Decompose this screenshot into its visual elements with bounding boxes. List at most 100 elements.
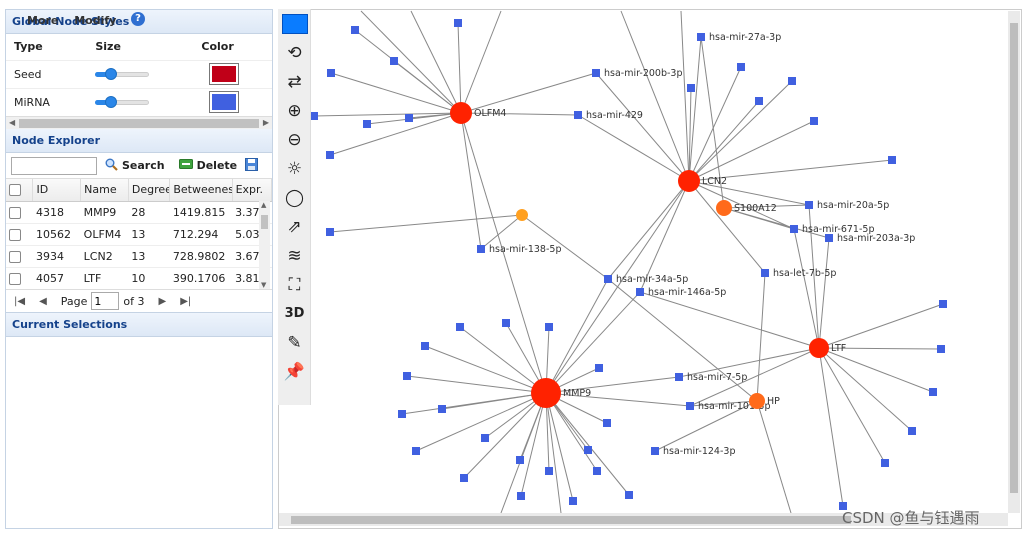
- mirna-node[interactable]: [651, 447, 659, 455]
- color-swatch-tool[interactable]: [278, 9, 311, 38]
- mirna-node[interactable]: [351, 26, 359, 34]
- menu-more[interactable]: More: [27, 14, 58, 27]
- network-graph[interactable]: hsa-mir-27a-3p hsa-mir-200b-3p hsa-mir-429…: [279, 10, 1023, 530]
- graph-vertical-scrollbar[interactable]: [1008, 11, 1020, 513]
- fit-screen-icon[interactable]: ⛶: [278, 270, 311, 299]
- mirna-node[interactable]: [398, 410, 406, 418]
- mirna-node[interactable]: [502, 319, 510, 327]
- network-graph-area[interactable]: hsa-mir-27a-3p hsa-mir-200b-3p hsa-mir-429…: [278, 9, 1022, 529]
- current-selections-header[interactable]: Current Selections: [6, 313, 272, 337]
- save-button[interactable]: [245, 157, 259, 174]
- search-button[interactable]: Search: [105, 158, 165, 174]
- mirna-node[interactable]: [603, 419, 611, 427]
- mirna-node[interactable]: [412, 447, 420, 455]
- search-input[interactable]: [11, 156, 97, 175]
- table-row[interactable]: 10562 OLFM4 13 712.294 5.039: [6, 223, 272, 246]
- mirna-node[interactable]: [592, 69, 600, 77]
- select-all-checkbox[interactable]: [6, 179, 34, 202]
- mirna-node[interactable]: [390, 57, 398, 65]
- mirna-node[interactable]: [438, 405, 446, 413]
- seed-size-slider[interactable]: [95, 68, 150, 80]
- view-3d-button[interactable]: 3D: [278, 299, 311, 328]
- mirna-node[interactable]: [584, 446, 592, 454]
- mirna-node[interactable]: [686, 402, 694, 410]
- prev-page-button[interactable]: ◀: [39, 296, 47, 307]
- mirna-node[interactable]: [939, 300, 947, 308]
- mirna-node[interactable]: [327, 69, 335, 77]
- mirna-node[interactable]: [574, 111, 582, 119]
- zoom-out-icon[interactable]: ⊖: [278, 125, 311, 154]
- mirna-node[interactable]: [326, 228, 334, 236]
- mirna-node[interactable]: [737, 63, 745, 71]
- delete-button[interactable]: Delete: [178, 159, 237, 172]
- mirna-node[interactable]: [790, 225, 798, 233]
- mirna-node[interactable]: [517, 492, 525, 500]
- mirna-node[interactable]: [516, 456, 524, 464]
- page-input[interactable]: [91, 292, 120, 310]
- mirna-node[interactable]: [675, 373, 683, 381]
- row-checkbox[interactable]: [6, 245, 33, 268]
- mirna-node[interactable]: [545, 323, 553, 331]
- mirna-node[interactable]: [403, 372, 411, 380]
- reset-icon[interactable]: ⟲: [278, 38, 311, 67]
- mirna-node[interactable]: [810, 117, 818, 125]
- mirna-node[interactable]: [687, 84, 695, 92]
- brightness-icon[interactable]: ☼: [278, 154, 311, 183]
- mirna-node[interactable]: [625, 491, 633, 499]
- next-page-button[interactable]: ▶: [159, 296, 167, 307]
- table-row[interactable]: 3934 LCN2 13 728.9802 3.675: [6, 245, 272, 268]
- flip-icon[interactable]: ⇄: [278, 67, 311, 96]
- mirna-node[interactable]: [825, 234, 833, 242]
- column-header[interactable]: ID: [32, 179, 82, 202]
- mirna-node[interactable]: [569, 497, 577, 505]
- table-row[interactable]: 4318 MMP9 28 1419.815 3.374: [6, 201, 272, 224]
- node-explorer-header[interactable]: Node Explorer: [6, 129, 272, 153]
- mirna-node[interactable]: [595, 364, 603, 372]
- edit-link-icon[interactable]: ✎: [278, 328, 311, 357]
- mirna-node[interactable]: [454, 19, 462, 27]
- lasso-icon[interactable]: ◯: [278, 183, 311, 212]
- help-icon[interactable]: ?: [131, 12, 145, 26]
- mirna-color-swatch[interactable]: [209, 91, 240, 114]
- pin-icon[interactable]: 📌: [278, 357, 311, 386]
- mirna-size-slider[interactable]: [95, 96, 150, 109]
- row-checkbox[interactable]: [6, 201, 33, 224]
- column-header[interactable]: Degree: [128, 179, 171, 202]
- export-icon[interactable]: ⇗: [278, 212, 311, 241]
- mirna-node[interactable]: [929, 388, 937, 396]
- mirna-node[interactable]: [636, 288, 644, 296]
- mirna-node[interactable]: [460, 474, 468, 482]
- mirna-node[interactable]: [456, 323, 464, 331]
- mirna-node[interactable]: [881, 459, 889, 467]
- mirna-node[interactable]: [888, 156, 896, 164]
- mirna-node[interactable]: [363, 120, 371, 128]
- zoom-in-icon[interactable]: ⊕: [278, 96, 311, 125]
- mirna-node[interactable]: [477, 245, 485, 253]
- mirna-node[interactable]: [310, 112, 318, 120]
- seed-node[interactable]: [809, 338, 829, 358]
- mirna-node[interactable]: [326, 151, 334, 159]
- layout-icon[interactable]: ≋: [278, 241, 311, 270]
- last-page-button[interactable]: ▶|: [180, 296, 191, 307]
- seed-node[interactable]: [450, 102, 472, 124]
- row-checkbox[interactable]: [6, 267, 33, 289]
- mirna-node[interactable]: [545, 467, 553, 475]
- mirna-node[interactable]: [697, 33, 705, 41]
- mirna-node[interactable]: [788, 77, 796, 85]
- seed-node[interactable]: [531, 378, 561, 408]
- mirna-node[interactable]: [405, 114, 413, 122]
- mirna-node[interactable]: [421, 342, 429, 350]
- seed-color-swatch[interactable]: [209, 63, 240, 85]
- mirna-node[interactable]: [755, 97, 763, 105]
- row-checkbox[interactable]: [6, 223, 33, 246]
- first-page-button[interactable]: |◀: [14, 296, 25, 307]
- mirna-node[interactable]: [908, 427, 916, 435]
- mirna-node[interactable]: [937, 345, 945, 353]
- grid-vertical-scrollbar[interactable]: ▲ ▼: [259, 201, 270, 289]
- column-header[interactable]: Expr.: [232, 179, 272, 202]
- mirna-node[interactable]: [604, 275, 612, 283]
- mirna-node[interactable]: [805, 201, 813, 209]
- mirna-node[interactable]: [593, 467, 601, 475]
- seed-node[interactable]: [678, 170, 700, 192]
- seed-node[interactable]: [516, 209, 528, 221]
